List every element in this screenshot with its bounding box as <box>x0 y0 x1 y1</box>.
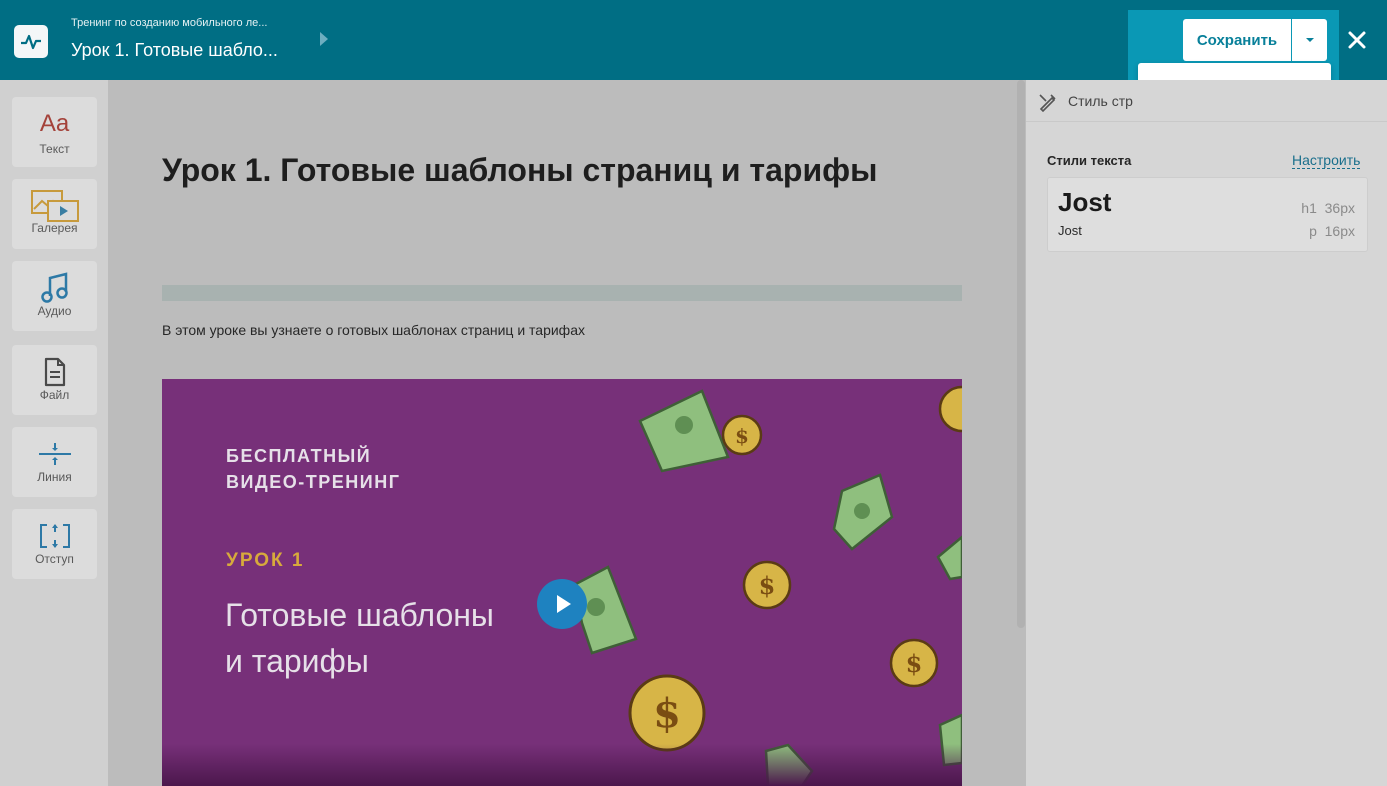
tool-label: Текст <box>39 142 70 156</box>
banknote-icon <box>832 473 894 551</box>
svg-text:$: $ <box>735 424 749 448</box>
gallery-icon <box>30 190 80 222</box>
configure-link[interactable]: Настроить <box>1292 152 1361 169</box>
save-button[interactable]: Сохранить <box>1183 19 1291 61</box>
banknote-icon <box>936 535 962 581</box>
caret-down-icon <box>1305 38 1314 42</box>
music-note-icon <box>40 272 69 303</box>
video-bottom-shade <box>162 744 962 786</box>
video-block[interactable]: БЕСПЛАТНЫЙ ВИДЕО-ТРЕНИНГ УРОК 1 Готовые … <box>162 379 962 786</box>
heading-font-name: Jost <box>1058 187 1112 217</box>
tool-gallery[interactable]: Галерея <box>12 179 97 249</box>
lesson-intro-text[interactable]: В этом уроке вы узнаете о готовых шаблон… <box>162 322 585 338</box>
tool-label: Аудио <box>37 304 72 318</box>
svg-text:$: $ <box>653 690 681 737</box>
style-panel-tab[interactable]: Стиль стр <box>1068 93 1133 109</box>
brush-icon <box>1038 92 1058 117</box>
coin-icon: $ <box>889 638 939 688</box>
tool-line[interactable]: Линия <box>12 427 97 497</box>
tool-text[interactable]: Aa Текст <box>12 97 97 167</box>
play-button[interactable] <box>537 579 587 629</box>
close-icon[interactable] <box>1345 28 1369 52</box>
tool-label: Отступ <box>35 552 74 566</box>
breadcrumb-arrow-icon[interactable] <box>320 32 328 46</box>
paragraph-font-name: Jost <box>1058 223 1082 238</box>
text-style-card[interactable]: Jost Jost h1 36px p 16px <box>1047 177 1368 252</box>
banknote-icon <box>638 389 730 473</box>
play-icon <box>557 595 571 613</box>
coin-icon: $ <box>721 414 763 456</box>
spacing-icon <box>38 521 72 551</box>
svg-text:$: $ <box>906 649 923 678</box>
coin-icon: $ <box>742 560 792 610</box>
heading-size: h1 36px <box>1301 200 1355 216</box>
lesson-title[interactable]: Урок 1. Готовые шаблоны страниц и тарифы <box>162 148 952 192</box>
content-divider[interactable] <box>162 285 962 301</box>
paragraph-size: p 16px <box>1309 223 1355 239</box>
tool-spacing[interactable]: Отступ <box>12 509 97 579</box>
save-dropdown-toggle[interactable] <box>1292 19 1327 61</box>
svg-text:$: $ <box>759 571 776 600</box>
text-styles-label: Стили текста <box>1047 153 1132 168</box>
app-logo-icon[interactable] <box>14 25 48 58</box>
tool-file[interactable]: Файл <box>12 345 97 415</box>
tool-label: Линия <box>37 470 72 484</box>
line-icon <box>37 439 73 469</box>
breadcrumb-parent[interactable]: Тренинг по созданию мобильного ле... <box>71 17 267 29</box>
tool-label: Файл <box>39 388 70 402</box>
tool-label: Галерея <box>31 221 78 235</box>
tool-audio[interactable]: Аудио <box>12 261 97 331</box>
canvas-scrollbar[interactable] <box>1017 80 1025 628</box>
file-icon <box>44 357 66 387</box>
text-aa-icon: Aa <box>39 110 70 137</box>
breadcrumb-current[interactable]: Урок 1. Готовые шабло... <box>71 40 278 61</box>
coin-icon <box>938 385 962 433</box>
coin-icon: $ <box>628 674 706 752</box>
